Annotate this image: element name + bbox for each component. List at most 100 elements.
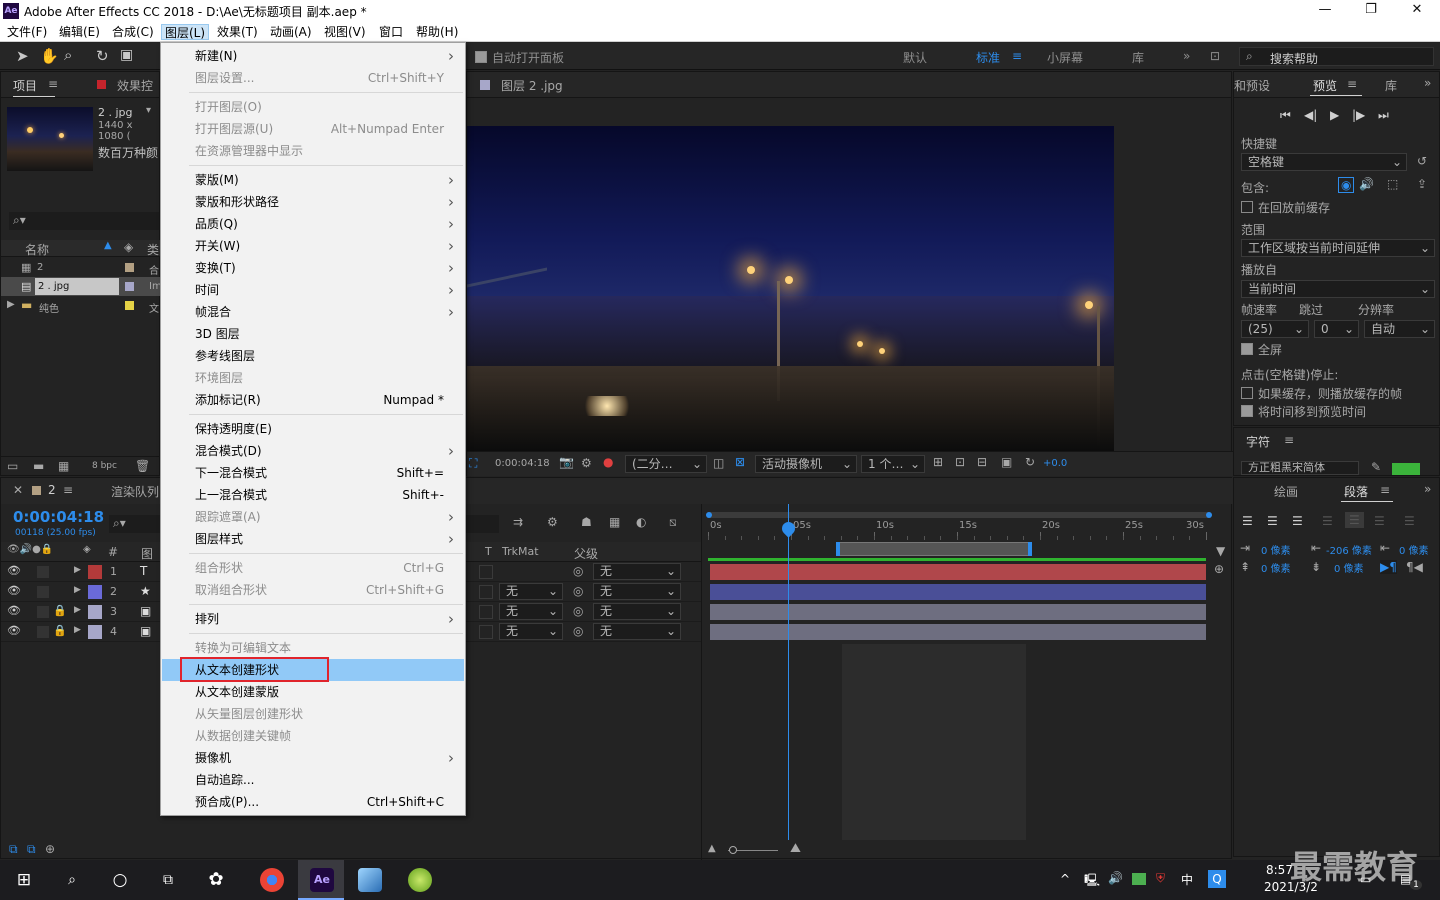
camera-select[interactable]: 活动摄像机 ⌄ (755, 455, 857, 473)
menu-item-0[interactable]: 新建(N) › (162, 45, 464, 67)
close-tab-icon[interactable]: ✕ (13, 483, 23, 497)
work-area-range[interactable] (836, 542, 1032, 556)
tray-up-icon[interactable]: ^ (1060, 872, 1070, 886)
snapshot-icon[interactable]: 📷 (559, 455, 574, 469)
watermelon-app-icon[interactable] (408, 868, 432, 892)
show-snapshot-icon[interactable]: ⚙ (581, 456, 592, 470)
menu-edit[interactable]: 编辑(E) (56, 24, 103, 40)
zoom-out-icon[interactable]: ▲ (708, 843, 716, 854)
close-button[interactable]: ✕ (1394, 2, 1440, 20)
menu-item-31[interactable]: 转换为可编辑文本 (162, 637, 464, 659)
video-toggle-icon[interactable]: ◉ (1338, 177, 1355, 193)
workspace-standard[interactable]: 标准 (976, 49, 1000, 66)
zoom-in-icon[interactable]: ⛰ (790, 841, 801, 856)
visibility-icon[interactable]: 👁 (7, 584, 21, 597)
menu-item-8[interactable]: 蒙版和形状路径 › (162, 191, 464, 213)
auto-open-checkbox[interactable] (475, 51, 487, 63)
lock-icon[interactable]: 🔒 (53, 604, 67, 617)
reset-icon[interactable]: ↺ (1417, 154, 1427, 168)
menu-item-17[interactable]: 添加标记(R) Numpad * (162, 389, 464, 411)
expand-switches-icon[interactable]: ⧉ (9, 842, 18, 857)
exposure-value[interactable]: +0.0 (1043, 458, 1067, 469)
last-frame-icon[interactable]: ⏭ (1378, 108, 1389, 123)
layer-bar[interactable] (710, 564, 1206, 580)
cache-before-checkbox[interactable] (1241, 201, 1253, 213)
panel-menu-icon[interactable]: ≡ (63, 483, 73, 497)
draft-3d-icon[interactable]: ⚙ (547, 515, 558, 529)
parent-select[interactable]: 无 ⌄ (593, 563, 681, 580)
flowchart-icon[interactable]: ⊟ (977, 455, 987, 469)
lock-icon[interactable]: 🔒 (53, 624, 67, 637)
play-icon[interactable]: ▶ (1330, 108, 1339, 122)
first-frame-icon[interactable]: ⏮ (1280, 108, 1291, 123)
menu-composition[interactable]: 合成(C) (109, 24, 157, 40)
justify-center-icon[interactable]: ☰ (1345, 512, 1364, 528)
toggle-icon[interactable]: ⊞ (933, 455, 943, 469)
export-icon[interactable]: ⇪ (1417, 177, 1427, 191)
align-center-icon[interactable]: ☰ (1267, 514, 1278, 528)
tab-render-queue[interactable]: 渲染队列 (111, 483, 159, 500)
more-icon[interactable]: » (1424, 482, 1431, 496)
tab-layer[interactable]: 图层 2 .jpg (501, 77, 563, 94)
parent-select[interactable]: 无 ⌄ (593, 583, 681, 600)
align-left-icon[interactable]: ☰ (1242, 514, 1253, 528)
menu-item-7[interactable]: 蒙版(M) › (162, 169, 464, 191)
new-folder-icon[interactable]: ▬ (33, 459, 44, 473)
overlay-toggle-icon[interactable]: ⬚ (1387, 177, 1398, 191)
zoom-tool-icon[interactable]: ⌕ (64, 46, 72, 64)
menu-item-34[interactable]: 从矢量图层创建形状 (162, 703, 464, 725)
channel-icon[interactable]: ● (603, 455, 613, 469)
tab-library[interactable]: 库 (1385, 77, 1397, 94)
menu-item-24[interactable]: 图层样式 › (162, 528, 464, 550)
indent-right-value[interactable]: 0 像素 (1399, 542, 1429, 557)
fast-preview-icon[interactable]: ◫ (713, 456, 724, 470)
resolution-select[interactable]: (二分… ⌄ (625, 455, 707, 473)
first-indent-value[interactable]: -206 像素 (1326, 542, 1372, 557)
timeline-timecode[interactable]: 0:00:04:18 (13, 508, 104, 526)
fullscreen-checkbox[interactable] (1241, 343, 1253, 355)
graph-editor-icon[interactable]: ⧅ (669, 515, 677, 530)
menu-item-12[interactable]: 时间 › (162, 279, 464, 301)
menu-item-22[interactable]: 上一混合模式 Shift+- (162, 484, 464, 506)
comp-button-icon[interactable]: ▼ (1216, 544, 1225, 558)
indent-left-value[interactable]: 0 像素 (1261, 542, 1291, 557)
play-from-select[interactable]: 当前时间 ⌄ (1241, 280, 1435, 298)
menu-effect[interactable]: 效果(T) (214, 24, 261, 40)
frame-blend-icon[interactable]: ▦ (609, 515, 620, 529)
maximize-button[interactable]: ❐ (1348, 2, 1394, 20)
tab-preview[interactable]: 预览 (1313, 77, 1337, 94)
pixel-aspect-icon[interactable]: ⊡ (955, 455, 965, 469)
more-workspaces[interactable]: » (1183, 49, 1190, 63)
reset-exposure-icon[interactable]: ↻ (1025, 455, 1035, 469)
timeline-nav-icon[interactable]: ⊕ (1214, 562, 1224, 576)
menu-item-3[interactable]: 打开图层(O) (162, 96, 464, 118)
visibility-icon[interactable]: 👁 (7, 564, 21, 577)
pickwhip-icon[interactable]: ◎ (573, 624, 583, 638)
menu-item-14[interactable]: 3D 图层 (162, 323, 464, 345)
menu-animation[interactable]: 动画(A) (267, 24, 315, 40)
align-right-icon[interactable]: ☰ (1292, 514, 1303, 528)
shortcut-select[interactable]: 空格键 ⌄ (1241, 153, 1407, 171)
menu-item-36[interactable]: 摄像机 › (162, 747, 464, 769)
pinwheel-app-icon[interactable]: ✿ (204, 868, 228, 892)
parent-select[interactable]: 无 ⌄ (593, 623, 681, 640)
interpret-icon[interactable]: ▭ (7, 459, 18, 473)
menu-item-38[interactable]: 预合成(P)... Ctrl+Shift+C (162, 791, 464, 813)
skip-select[interactable]: 0 ⌄ (1314, 320, 1359, 338)
space-after-value[interactable]: 0 像素 (1334, 560, 1364, 575)
menu-file[interactable]: 文件(F) (4, 24, 50, 40)
pickwhip-icon[interactable]: ◎ (573, 564, 583, 578)
pickwhip-icon[interactable]: ◎ (573, 584, 583, 598)
cortana-icon[interactable]: ○ (108, 868, 132, 892)
new-comp-icon[interactable]: ▦ (58, 459, 69, 473)
menu-item-1[interactable]: 图层设置... Ctrl+Shift+Y (162, 67, 464, 89)
work-area-bar[interactable] (706, 512, 1212, 518)
expand-icon[interactable]: ▶ (74, 565, 81, 575)
justify-left-icon[interactable]: ☰ (1322, 514, 1333, 528)
bpc-label[interactable]: 8 bpc (92, 461, 117, 471)
layer-bar[interactable] (710, 584, 1206, 600)
menu-window[interactable]: 窗口 (376, 24, 406, 40)
menu-item-15[interactable]: 参考线图层 (162, 345, 464, 367)
views-select[interactable]: 1 个… ⌄ (861, 455, 925, 473)
ime-indicator[interactable]: 中 (1181, 871, 1193, 888)
